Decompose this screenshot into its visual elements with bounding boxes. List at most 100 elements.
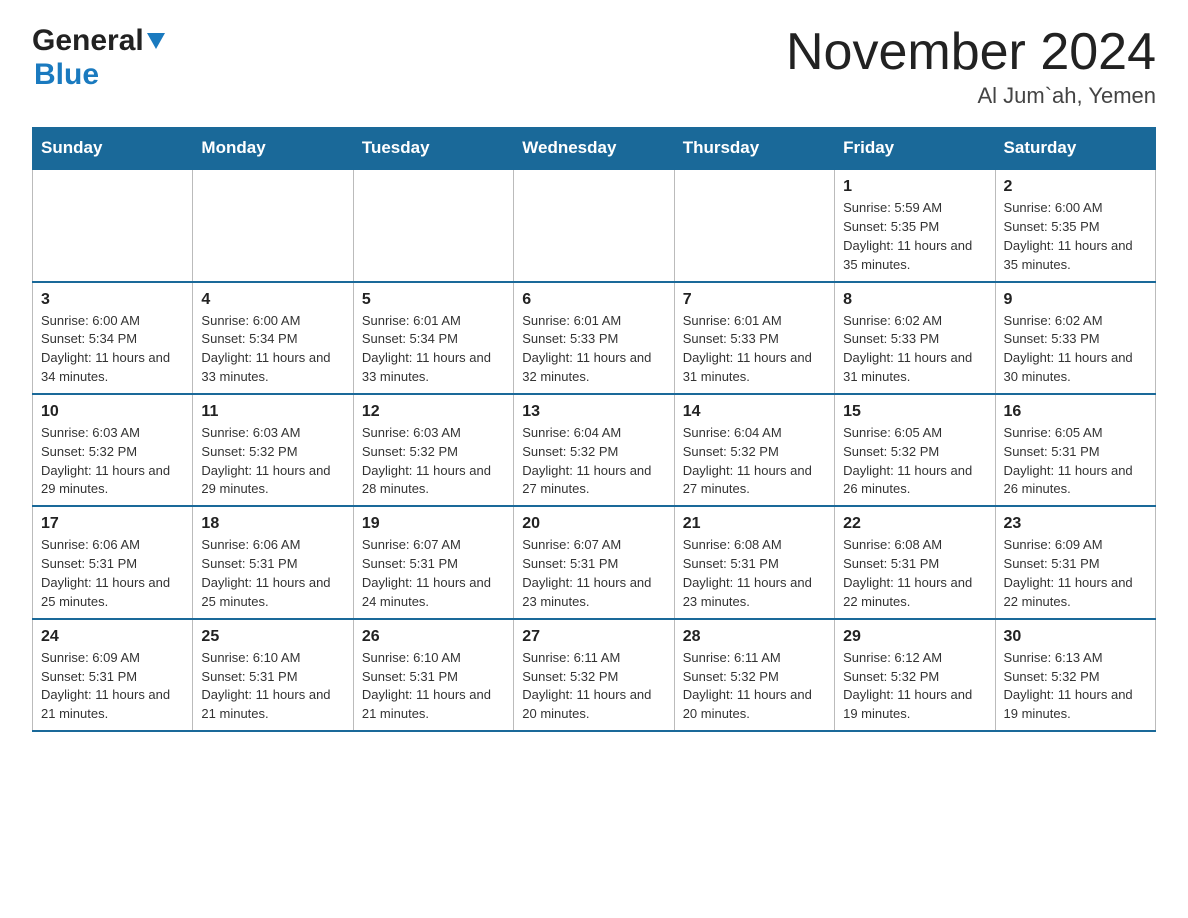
calendar-day-cell: 4 Sunrise: 6:00 AM Sunset: 5:34 PM Daylig… bbox=[193, 282, 353, 394]
day-number: 26 bbox=[362, 628, 505, 646]
day-info: Sunrise: 6:13 AM Sunset: 5:32 PM Dayligh… bbox=[1004, 650, 1133, 722]
day-number: 21 bbox=[683, 515, 826, 533]
day-number: 8 bbox=[843, 291, 986, 309]
logo-blue-text: Blue bbox=[34, 58, 99, 91]
day-number: 9 bbox=[1004, 291, 1147, 309]
day-info: Sunrise: 6:02 AM Sunset: 5:33 PM Dayligh… bbox=[843, 313, 972, 385]
weekday-header-sunday: Sunday bbox=[33, 128, 193, 170]
day-number: 6 bbox=[522, 291, 665, 309]
weekday-header-wednesday: Wednesday bbox=[514, 128, 674, 170]
calendar-day-cell bbox=[33, 169, 193, 281]
calendar-day-cell bbox=[193, 169, 353, 281]
day-number: 29 bbox=[843, 628, 986, 646]
calendar-day-cell: 21 Sunrise: 6:08 AM Sunset: 5:31 PM Dayli… bbox=[674, 506, 834, 618]
weekday-header-monday: Monday bbox=[193, 128, 353, 170]
calendar-day-cell: 25 Sunrise: 6:10 AM Sunset: 5:31 PM Dayli… bbox=[193, 619, 353, 731]
day-info: Sunrise: 6:07 AM Sunset: 5:31 PM Dayligh… bbox=[522, 537, 651, 609]
day-info: Sunrise: 6:11 AM Sunset: 5:32 PM Dayligh… bbox=[683, 650, 812, 722]
day-info: Sunrise: 6:00 AM Sunset: 5:34 PM Dayligh… bbox=[41, 313, 170, 385]
calendar-day-cell: 26 Sunrise: 6:10 AM Sunset: 5:31 PM Dayli… bbox=[353, 619, 513, 731]
day-info: Sunrise: 6:09 AM Sunset: 5:31 PM Dayligh… bbox=[1004, 537, 1133, 609]
calendar-day-cell: 16Sunrise: 6:05 AM Sunset: 5:31 PM Dayli… bbox=[995, 394, 1155, 506]
weekday-header-friday: Friday bbox=[835, 128, 995, 170]
day-number: 4 bbox=[201, 291, 344, 309]
day-number: 12 bbox=[362, 403, 505, 421]
calendar-day-cell: 19 Sunrise: 6:07 AM Sunset: 5:31 PM Dayli… bbox=[353, 506, 513, 618]
day-number: 25 bbox=[201, 628, 344, 646]
calendar-day-cell: 22 Sunrise: 6:08 AM Sunset: 5:31 PM Dayli… bbox=[835, 506, 995, 618]
day-info: Sunrise: 6:03 AM Sunset: 5:32 PM Dayligh… bbox=[41, 425, 170, 497]
day-number: 28 bbox=[683, 628, 826, 646]
day-number: 2 bbox=[1004, 178, 1147, 196]
day-number: 1 bbox=[843, 178, 986, 196]
calendar-day-cell: 8 Sunrise: 6:02 AM Sunset: 5:33 PM Daylig… bbox=[835, 282, 995, 394]
calendar-day-cell: 24 Sunrise: 6:09 AM Sunset: 5:31 PM Dayli… bbox=[33, 619, 193, 731]
month-year-title: November 2024 bbox=[786, 24, 1156, 81]
day-number: 11 bbox=[201, 403, 344, 421]
calendar-day-cell: 23 Sunrise: 6:09 AM Sunset: 5:31 PM Dayli… bbox=[995, 506, 1155, 618]
calendar-day-cell: 14 Sunrise: 6:04 AM Sunset: 5:32 PM Dayli… bbox=[674, 394, 834, 506]
calendar-day-cell: 10Sunrise: 6:03 AM Sunset: 5:32 PM Dayli… bbox=[33, 394, 193, 506]
day-info: Sunrise: 6:04 AM Sunset: 5:32 PM Dayligh… bbox=[522, 425, 651, 497]
calendar-day-cell: 1 Sunrise: 5:59 AM Sunset: 5:35 PM Daylig… bbox=[835, 169, 995, 281]
calendar-week-row: 1 Sunrise: 5:59 AM Sunset: 5:35 PM Daylig… bbox=[33, 169, 1156, 281]
day-info: Sunrise: 6:09 AM Sunset: 5:31 PM Dayligh… bbox=[41, 650, 170, 722]
calendar-day-cell: 20 Sunrise: 6:07 AM Sunset: 5:31 PM Dayli… bbox=[514, 506, 674, 618]
logo: General Blue bbox=[32, 24, 165, 92]
day-info: Sunrise: 6:07 AM Sunset: 5:31 PM Dayligh… bbox=[362, 537, 491, 609]
day-number: 19 bbox=[362, 515, 505, 533]
weekday-header-thursday: Thursday bbox=[674, 128, 834, 170]
calendar-day-cell: 29 Sunrise: 6:12 AM Sunset: 5:32 PM Dayli… bbox=[835, 619, 995, 731]
calendar-week-row: 10Sunrise: 6:03 AM Sunset: 5:32 PM Dayli… bbox=[33, 394, 1156, 506]
day-info: Sunrise: 6:00 AM Sunset: 5:34 PM Dayligh… bbox=[201, 313, 330, 385]
title-block: November 2024 Al Jum`ah, Yemen bbox=[786, 24, 1156, 109]
day-info: Sunrise: 6:01 AM Sunset: 5:33 PM Dayligh… bbox=[683, 313, 812, 385]
day-info: Sunrise: 6:08 AM Sunset: 5:31 PM Dayligh… bbox=[683, 537, 812, 609]
calendar-day-cell: 12 Sunrise: 6:03 AM Sunset: 5:32 PM Dayli… bbox=[353, 394, 513, 506]
calendar-day-cell bbox=[353, 169, 513, 281]
day-info: Sunrise: 6:08 AM Sunset: 5:31 PM Dayligh… bbox=[843, 537, 972, 609]
day-info: Sunrise: 6:03 AM Sunset: 5:32 PM Dayligh… bbox=[362, 425, 491, 497]
calendar-day-cell: 30 Sunrise: 6:13 AM Sunset: 5:32 PM Dayli… bbox=[995, 619, 1155, 731]
logo-triangle-icon bbox=[147, 33, 165, 54]
location-subtitle: Al Jum`ah, Yemen bbox=[786, 83, 1156, 109]
day-info: Sunrise: 6:06 AM Sunset: 5:31 PM Dayligh… bbox=[201, 537, 330, 609]
day-number: 7 bbox=[683, 291, 826, 309]
day-info: Sunrise: 6:12 AM Sunset: 5:32 PM Dayligh… bbox=[843, 650, 972, 722]
page-header: General Blue November 2024 Al Jum`ah, Ye… bbox=[32, 24, 1156, 109]
day-info: Sunrise: 6:11 AM Sunset: 5:32 PM Dayligh… bbox=[522, 650, 651, 722]
day-number: 27 bbox=[522, 628, 665, 646]
calendar-day-cell bbox=[674, 169, 834, 281]
calendar-day-cell: 18 Sunrise: 6:06 AM Sunset: 5:31 PM Dayli… bbox=[193, 506, 353, 618]
day-info: Sunrise: 6:04 AM Sunset: 5:32 PM Dayligh… bbox=[683, 425, 812, 497]
calendar-day-cell: 13 Sunrise: 6:04 AM Sunset: 5:32 PM Dayli… bbox=[514, 394, 674, 506]
calendar-day-cell: 3 Sunrise: 6:00 AM Sunset: 5:34 PM Daylig… bbox=[33, 282, 193, 394]
day-info: Sunrise: 6:10 AM Sunset: 5:31 PM Dayligh… bbox=[362, 650, 491, 722]
calendar-day-cell: 28 Sunrise: 6:11 AM Sunset: 5:32 PM Dayli… bbox=[674, 619, 834, 731]
calendar-day-cell: 9 Sunrise: 6:02 AM Sunset: 5:33 PM Daylig… bbox=[995, 282, 1155, 394]
day-number: 18 bbox=[201, 515, 344, 533]
day-info: Sunrise: 6:01 AM Sunset: 5:33 PM Dayligh… bbox=[522, 313, 651, 385]
calendar-week-row: 24 Sunrise: 6:09 AM Sunset: 5:31 PM Dayli… bbox=[33, 619, 1156, 731]
day-number: 23 bbox=[1004, 515, 1147, 533]
calendar-day-cell: 15Sunrise: 6:05 AM Sunset: 5:32 PM Dayli… bbox=[835, 394, 995, 506]
day-number: 20 bbox=[522, 515, 665, 533]
day-number: 24 bbox=[41, 628, 184, 646]
calendar-day-cell: 6 Sunrise: 6:01 AM Sunset: 5:33 PM Daylig… bbox=[514, 282, 674, 394]
calendar-day-cell: 17Sunrise: 6:06 AM Sunset: 5:31 PM Dayli… bbox=[33, 506, 193, 618]
day-number: 3 bbox=[41, 291, 184, 309]
day-number: 13 bbox=[522, 403, 665, 421]
day-number: 16 bbox=[1004, 403, 1147, 421]
calendar-day-cell: 2Sunrise: 6:00 AM Sunset: 5:35 PM Daylig… bbox=[995, 169, 1155, 281]
day-info: Sunrise: 6:02 AM Sunset: 5:33 PM Dayligh… bbox=[1004, 313, 1133, 385]
day-info: Sunrise: 6:03 AM Sunset: 5:32 PM Dayligh… bbox=[201, 425, 330, 497]
logo-general-text: General bbox=[32, 24, 144, 58]
day-number: 14 bbox=[683, 403, 826, 421]
calendar-day-cell: 5Sunrise: 6:01 AM Sunset: 5:34 PM Daylig… bbox=[353, 282, 513, 394]
day-info: Sunrise: 5:59 AM Sunset: 5:35 PM Dayligh… bbox=[843, 200, 972, 272]
calendar-week-row: 17Sunrise: 6:06 AM Sunset: 5:31 PM Dayli… bbox=[33, 506, 1156, 618]
day-info: Sunrise: 6:10 AM Sunset: 5:31 PM Dayligh… bbox=[201, 650, 330, 722]
day-number: 22 bbox=[843, 515, 986, 533]
day-number: 30 bbox=[1004, 628, 1147, 646]
weekday-header-saturday: Saturday bbox=[995, 128, 1155, 170]
